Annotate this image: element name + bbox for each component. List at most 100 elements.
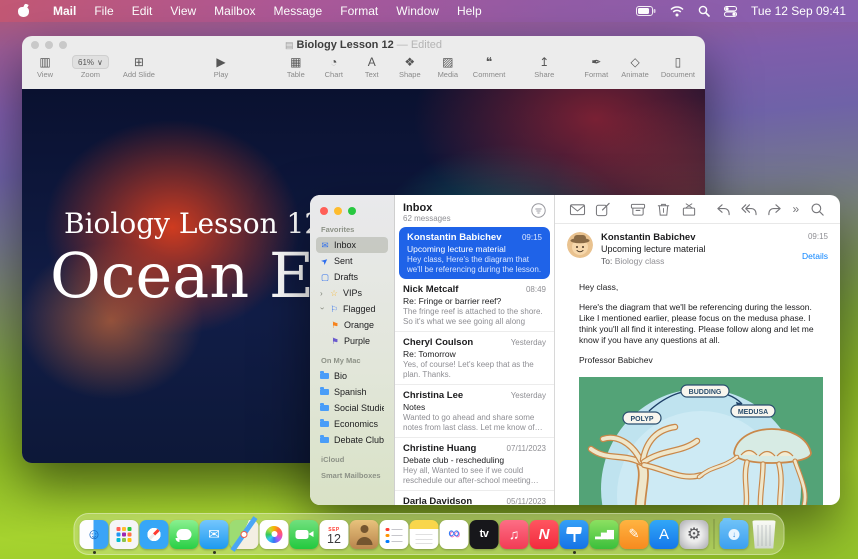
spotlight-icon[interactable] [698,5,710,17]
menu-format[interactable]: Format [331,4,387,18]
get-mail-icon[interactable] [565,199,590,219]
junk-icon[interactable] [676,199,701,219]
animate-button[interactable]: ◇ Animate [621,55,649,79]
message-list-item[interactable]: Cheryl Coulson Yesterday Re: Tomorrow Yes… [395,331,554,384]
document-panel-icon: ▯ [674,55,682,69]
shape-button[interactable]: ❖ Shape [397,55,423,79]
sidebar-folder-social-studies[interactable]: Social Studies [316,400,388,416]
format-button[interactable]: ✒ Format [583,55,609,79]
menu-mailbox[interactable]: Mailbox [205,4,264,18]
icloud-section-label[interactable]: iCloud [321,455,388,464]
sidebar-item-orange-flag[interactable]: ⚑ Orange [316,317,388,333]
format-icon: ✒ [591,55,602,69]
sidebar-folder-debate-club[interactable]: Debate Club [316,432,388,448]
compose-icon[interactable] [590,199,615,219]
sidebar-folder-economics[interactable]: Economics [316,416,388,432]
archive-icon[interactable] [625,199,650,219]
dock-freeform-icon[interactable] [439,519,469,549]
sidebar-folder-spanish[interactable]: Spanish [316,384,388,400]
comment-icon: ❝ [485,55,493,69]
dock-notes-icon[interactable] [409,519,439,549]
dock-tv-icon[interactable] [469,519,499,549]
menu-clock[interactable]: Tue 12 Sep 09:41 [751,4,846,18]
message-list-header: Inbox 62 messages [395,195,554,227]
dock-trash-icon[interactable] [752,520,776,549]
sidebar-folder-bio[interactable]: Bio [316,368,388,384]
wifi-icon[interactable] [670,5,684,17]
control-center-icon[interactable] [724,5,738,17]
menu-window[interactable]: Window [387,4,448,18]
dock-contacts-icon[interactable] [349,519,379,549]
message-list-item[interactable]: Konstantin Babichev 09:15 Upcoming lectur… [399,227,550,279]
message-list-item[interactable]: Darla Davidson05/11/2023 Tomorrow's clas… [395,490,554,505]
lifecycle-diagram[interactable]: POLYP BUDDING MEDUSA [579,377,823,505]
dock-finder-icon[interactable] [79,519,109,554]
table-button[interactable]: ▦ Table [283,55,309,79]
dock-messages-icon[interactable] [169,519,199,549]
message-list-item[interactable]: Christina Lee Yesterday Notes Wanted to g… [395,384,554,437]
smart-mailboxes-section-label[interactable]: Smart Mailboxes [321,471,388,480]
avatar[interactable] [567,232,593,258]
sidebar-item-sent[interactable]: ➤ Sent [316,253,388,269]
dock-downloads-icon[interactable] [719,517,749,549]
forward-icon[interactable] [762,199,787,219]
trash-icon[interactable] [651,199,676,219]
menu-message[interactable]: Message [265,4,332,18]
sidebar-item-purple-flag[interactable]: ⚑ Purple [316,333,388,349]
battery-icon[interactable] [636,6,656,16]
body-signature: Professor Babichev [579,355,653,365]
dock-safari-icon[interactable] [139,519,169,549]
menu-edit[interactable]: Edit [123,4,162,18]
dock-reminders-icon[interactable] [379,519,409,549]
dock-calendar-icon[interactable]: SEP 12 [319,519,349,549]
dock-photos-icon[interactable] [259,519,289,549]
zoom-control[interactable]: 61% ∨ Zoom [72,55,109,79]
comment-button[interactable]: ❝ Comment [473,55,506,79]
dock-mail-icon[interactable] [199,519,229,554]
message-list-item[interactable]: Nick Metcalf 08:49 Re: Fringe or barrier … [395,279,554,331]
dock-facetime-icon[interactable] [289,519,319,549]
dock-launchpad-icon[interactable] [109,519,139,549]
share-button[interactable]: ↥ Share [531,55,557,79]
chevron-down-icon[interactable]: › [318,307,327,312]
shape-icon: ❖ [404,55,416,69]
add-slide-button[interactable]: ⊞ Add Slide [123,55,155,79]
mail-window: Favorites ✉ Inbox ➤ Sent ▢ Drafts › ☆ VIPs › ⚐… [310,195,840,505]
view-button[interactable]: ▥ View [32,55,58,79]
filter-icon[interactable] [531,203,546,223]
more-actions-icon[interactable]: » [787,202,805,216]
dock-appstore-icon[interactable] [649,519,679,549]
keynote-titlebar[interactable]: ▤ Biology Lesson 12 — Edited [22,36,705,53]
mail-traffic-lights[interactable] [320,207,388,215]
sidebar-item-inbox[interactable]: ✉ Inbox [316,237,388,253]
media-button[interactable]: ▨ Media [435,55,461,79]
dock-pages-icon[interactable] [619,519,649,549]
sidebar-item-vips[interactable]: › ☆ VIPs [316,285,388,301]
chart-button[interactable]: ◔ Chart [321,55,347,79]
reply-icon[interactable] [711,199,736,219]
document-button[interactable]: ▯ Document [661,55,695,79]
play-button[interactable]: ▶ Play [208,55,234,79]
sidebar-item-flagged[interactable]: › ⚐ Flagged [316,301,388,317]
folder-icon [320,435,329,443]
details-link[interactable]: Details [802,251,828,261]
message-list-item[interactable]: Christine Huang 07/11/2023 Debate club - … [395,437,554,490]
dock-maps-icon[interactable] [229,519,259,549]
dock-keynote-icon[interactable] [559,519,589,554]
dock-settings-icon[interactable] [679,519,709,549]
menu-file[interactable]: File [85,4,122,18]
menu-mail[interactable]: Mail [44,4,85,18]
text-button[interactable]: A Text [359,55,385,79]
menu-help[interactable]: Help [448,4,491,18]
dock-news-icon[interactable] [529,519,559,549]
dock-numbers-icon[interactable] [589,519,619,549]
chevron-down-icon: ∨ [97,57,103,67]
menu-view[interactable]: View [161,4,205,18]
dock-music-icon[interactable] [499,519,529,549]
sidebar-item-drafts[interactable]: ▢ Drafts [316,269,388,285]
search-icon[interactable] [805,199,830,219]
reply-all-icon[interactable] [736,199,761,219]
chevron-right-icon[interactable]: › [320,289,325,298]
apple-menu-icon[interactable] [18,4,30,18]
orange-flag-icon: ⚑ [331,320,339,330]
